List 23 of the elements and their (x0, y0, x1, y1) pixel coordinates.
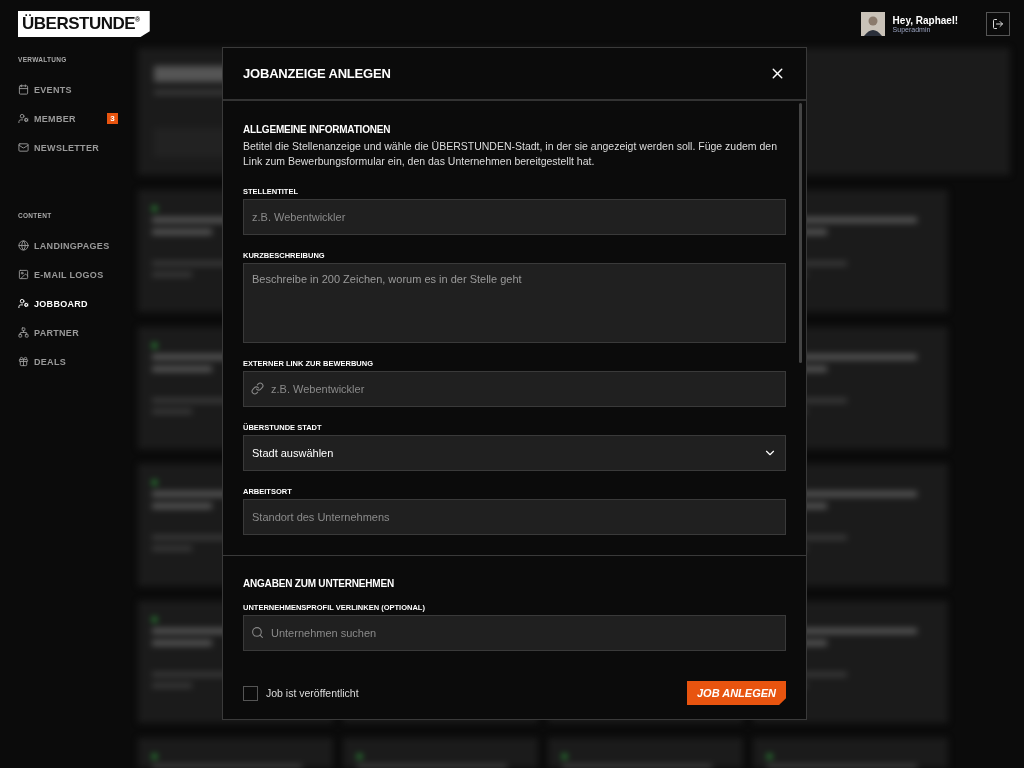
textarea-field[interactable]: Beschreibe in 200 Zeichen, worum es in der Stelle geht (243, 263, 786, 343)
checkbox-label: Job ist veröffentlicht (266, 687, 359, 699)
sidebar-item[interactable]: EVENTS (18, 75, 118, 104)
submit-button[interactable]: JOB ANLEGEN (686, 681, 786, 705)
search-field[interactable]: Unternehmen suchen (243, 615, 786, 651)
modal-title: JOBANZEIGE ANLEGEN (243, 66, 391, 81)
select-field[interactable]: Stadt auswählen (243, 435, 786, 471)
sidebar-item[interactable]: PARTNER (18, 318, 118, 347)
sidebar-item[interactable]: JOBBOARD (18, 289, 118, 318)
sidebar-item[interactable]: MEMBER 3 (18, 104, 118, 133)
sidebar-item[interactable]: LANDINGPAGES (18, 231, 118, 260)
text-field[interactable]: Standort des Unternehmens (243, 499, 786, 535)
sidebar-item[interactable]: E-MAIL LOGOS (18, 260, 118, 289)
section-description: Betitel die Stellenanzeige und wähle die ÜBERSTUNDEN-Stadt, in der sie angezeigt werden soll. Füge zudem den Link zum Bewerbungsformular ein, den das Unternehmen bereitgestellt hat. (243, 139, 779, 169)
logo[interactable]: ÜBERSTUNDE$^{®}$ (18, 11, 150, 37)
section-title: ANGABEN ZUM UNTERNEHMEN (243, 578, 395, 589)
count-badge: 3 (107, 113, 118, 124)
text-field[interactable]: z.B. Webentwickler (243, 199, 786, 235)
section-title: ALLGEMEINE INFORMATIONEN (243, 124, 392, 135)
sidebar-item[interactable]: DEALS (18, 347, 118, 376)
sidebar-item[interactable]: NEWSLETTER (18, 133, 118, 162)
link-field[interactable]: z.B. Webentwickler (243, 371, 786, 407)
user-greeting: Hey, Raphael! (892, 15, 958, 26)
